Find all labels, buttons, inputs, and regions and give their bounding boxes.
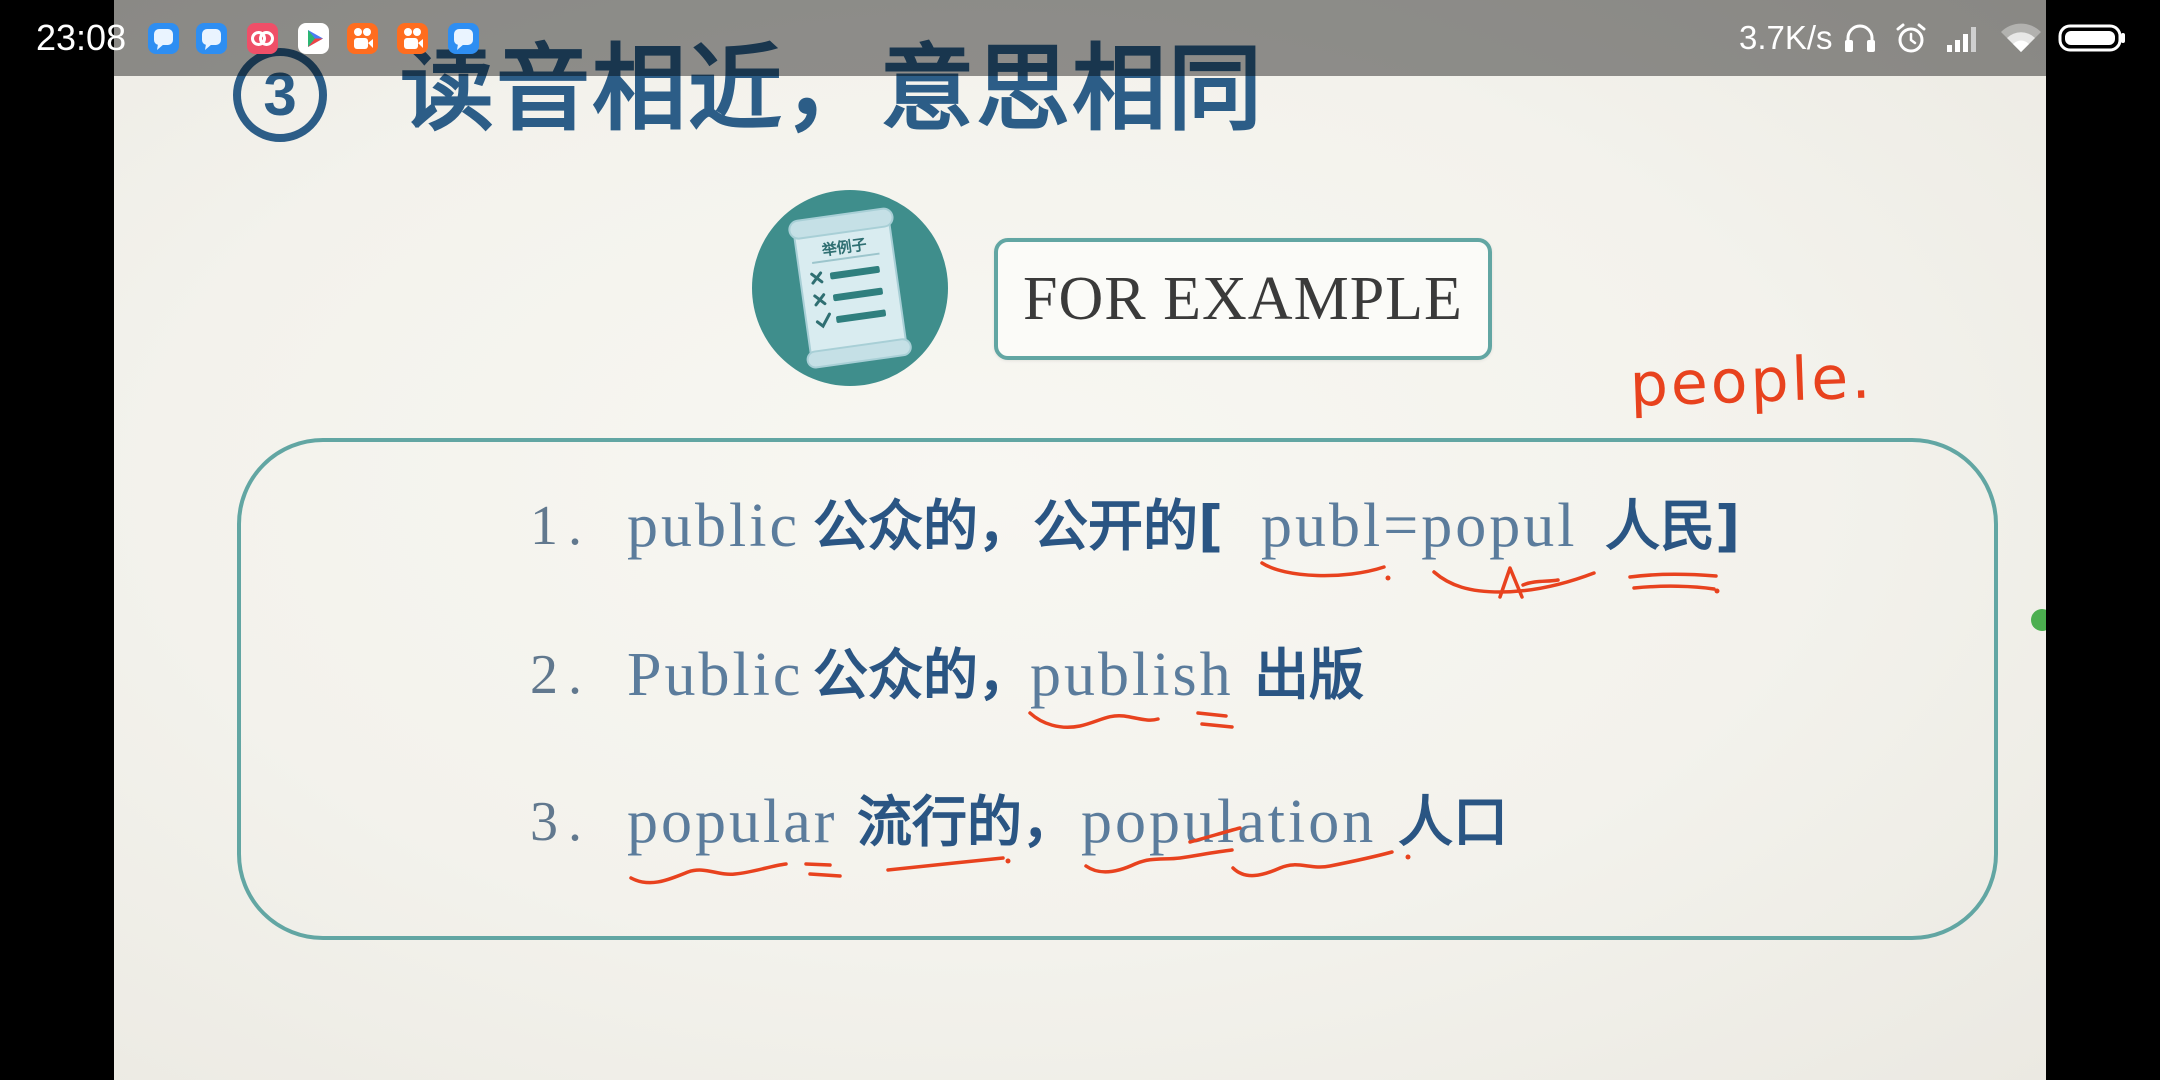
handwritten-dot — [1714, 588, 1720, 594]
handwritten-note: people. — [1629, 342, 1875, 420]
headphone-icon — [1845, 24, 1875, 52]
blue-app-icon — [148, 23, 179, 54]
pink-app-icon — [247, 23, 278, 54]
green-indicator-dot — [2031, 609, 2046, 631]
phone-screen: { "status_bar": { "time": "23:08", "netw… — [0, 0, 2160, 1080]
orange-app-icon — [397, 23, 428, 54]
handwritten-squiggle — [1028, 711, 1160, 729]
handwritten-squiggle — [629, 862, 788, 885]
handwritten-underline — [886, 856, 1005, 872]
handwritten-dot — [1385, 575, 1391, 581]
video-player-icon — [298, 23, 329, 54]
status-bar[interactable]: 23:08 3.7K/s — [0, 0, 2160, 76]
blue-app-icon — [196, 23, 227, 54]
clock-time: 23:08 — [36, 17, 127, 58]
alarm-clock-icon — [1896, 23, 1926, 53]
handwritten-dot — [1405, 854, 1411, 860]
handwritten-stroke — [1188, 826, 1242, 844]
orange-app-icon — [347, 23, 378, 54]
blue-app-icon — [448, 23, 479, 54]
battery-icon — [2058, 24, 2125, 52]
handwritten-ink-layer: people. — [629, 342, 1875, 885]
handwritten-underline — [1260, 561, 1386, 578]
handwritten-double-underline — [1628, 572, 1718, 591]
handwritten-squiggle — [1084, 848, 1234, 874]
signal-strength-icon — [1947, 27, 1976, 52]
handwritten-dot — [1005, 858, 1011, 864]
network-speed: 3.7K/s — [1739, 19, 1833, 56]
video-frame[interactable]: 3 读音相近，意思相同 举例子 FOR EXAMPLE 1. public 公众… — [114, 0, 2046, 1080]
handwritten-equals — [1196, 711, 1234, 729]
handwritten-squiggle — [1231, 850, 1394, 878]
wifi-icon — [2001, 23, 2041, 52]
handwritten-equals — [804, 862, 842, 878]
